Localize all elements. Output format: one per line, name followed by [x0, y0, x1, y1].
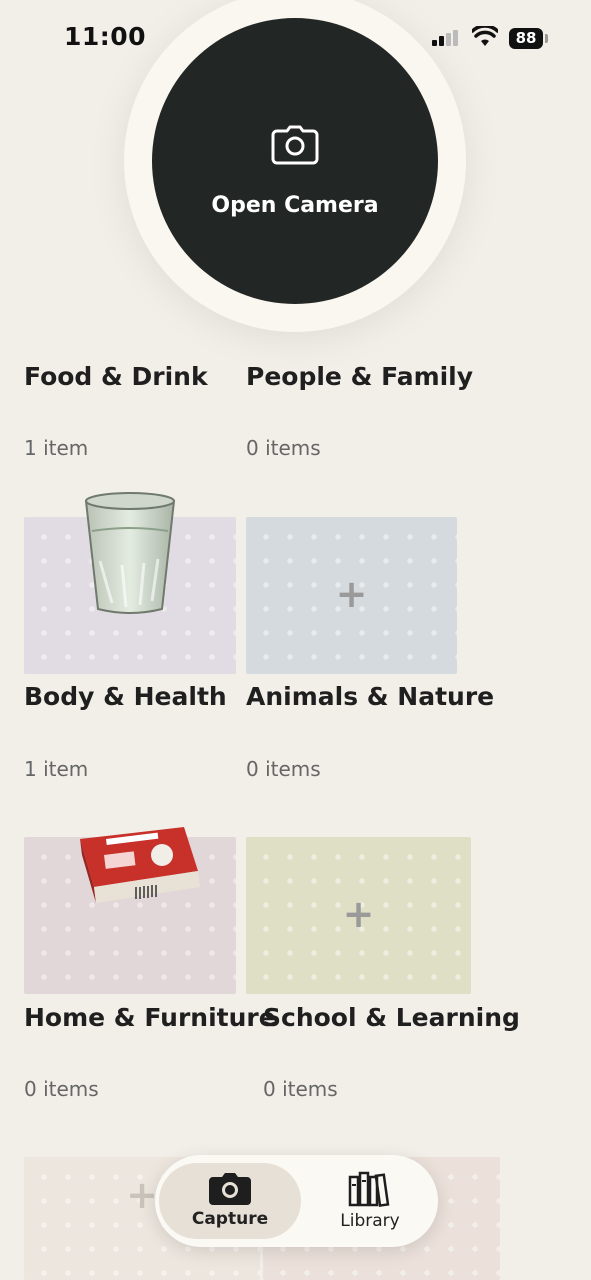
category-count: 0 items — [263, 1077, 338, 1101]
wifi-icon — [472, 26, 498, 46]
category-title: Food & Drink — [24, 362, 208, 391]
category-title: School & Learning — [263, 1003, 520, 1032]
tab-library[interactable]: Library — [305, 1163, 435, 1239]
battery-icon: 88 — [509, 28, 549, 49]
cellular-signal-icon — [432, 30, 458, 46]
category-card-body-health[interactable] — [24, 827, 236, 994]
add-item-icon: + — [335, 571, 368, 616]
bottom-tab-bar: Capture Library — [155, 1155, 438, 1247]
glass-of-water-image — [84, 492, 176, 614]
category-title: Home & Furniture — [24, 1003, 276, 1032]
category-title: People & Family — [246, 362, 474, 391]
open-camera-label: Open Camera — [211, 192, 379, 218]
category-count: 0 items — [246, 436, 321, 460]
add-item-icon: + — [342, 891, 375, 936]
tab-library-label: Library — [340, 1211, 400, 1231]
medicine-box-image — [80, 827, 200, 903]
open-camera-button[interactable]: Open Camera — [152, 18, 438, 304]
camera-icon — [209, 1173, 251, 1205]
tab-capture-label: Capture — [191, 1209, 269, 1229]
category-count: 1 item — [24, 757, 89, 781]
status-time: 11:00 — [64, 22, 147, 51]
category-count: 1 item — [24, 436, 89, 460]
category-card-animals-nature[interactable]: + — [246, 837, 471, 994]
battery-level: 88 — [509, 28, 543, 49]
category-title: Animals & Nature — [246, 682, 495, 711]
category-count: 0 items — [246, 757, 321, 781]
category-title: Body & Health — [24, 682, 227, 711]
category-card-food-drink[interactable] — [24, 492, 236, 674]
category-card-people-family[interactable]: + — [246, 517, 457, 674]
camera-icon — [271, 125, 319, 164]
add-item-icon: + — [126, 1172, 158, 1217]
category-count: 0 items — [24, 1077, 99, 1101]
tab-capture[interactable]: Capture — [159, 1163, 301, 1239]
books-icon — [348, 1171, 390, 1207]
